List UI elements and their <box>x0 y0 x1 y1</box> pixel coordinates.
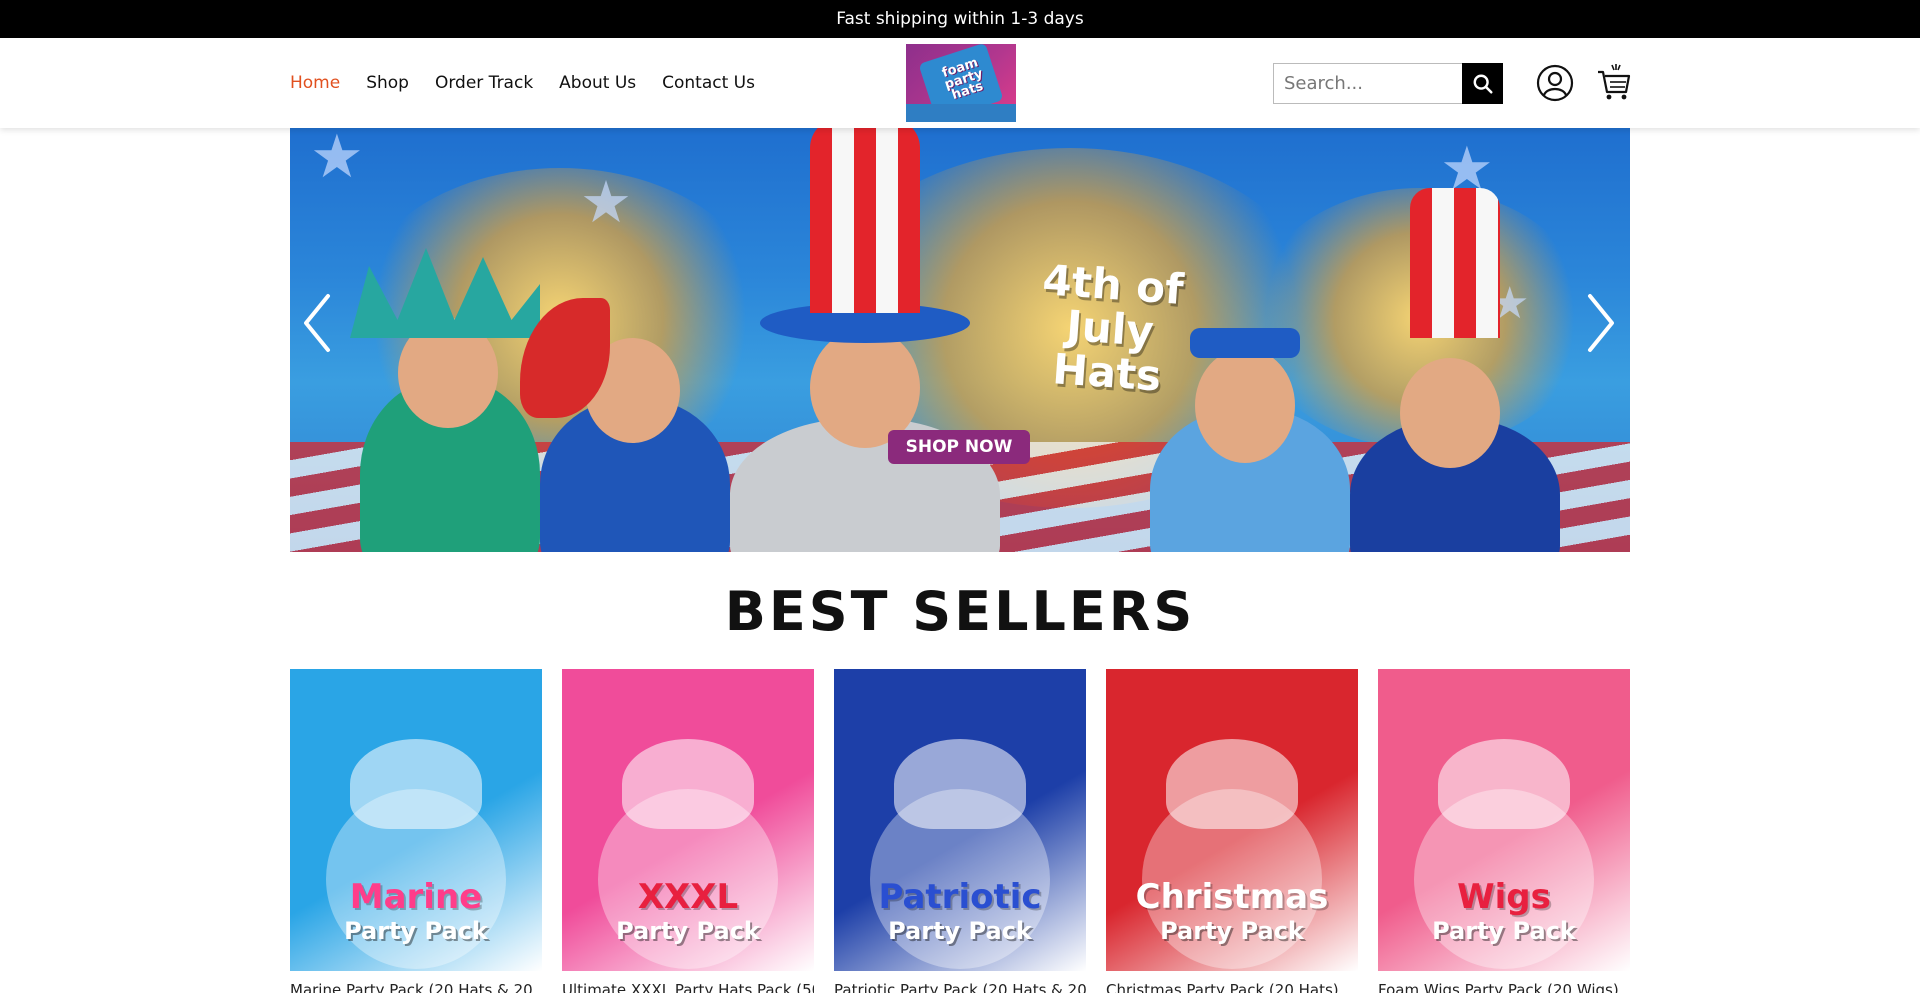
product-grid: Marine Party Pack Marine Party Pack (20 Ha… <box>290 669 1630 993</box>
search-input[interactable] <box>1273 63 1462 104</box>
search-bar <box>1273 63 1503 104</box>
product-image[interactable]: Marine Party Pack <box>290 669 542 971</box>
product-image-title: Patriotic <box>878 877 1042 917</box>
product-hat-shape <box>622 739 754 829</box>
product-image-title: Wigs <box>1457 877 1551 917</box>
site-header: Home Shop Order Track About Us Contact U… <box>0 38 1920 128</box>
nav-shop[interactable]: Shop <box>366 73 409 93</box>
best-sellers-heading: BEST SELLERS <box>724 580 1196 643</box>
product-image-subtitle: Party Pack <box>344 917 488 945</box>
product-hat-shape <box>1166 739 1298 829</box>
search-button[interactable] <box>1462 63 1503 104</box>
chevron-left-icon[interactable] <box>298 288 338 358</box>
product-image-subtitle: Party Pack <box>1160 917 1304 945</box>
product-name[interactable]: Foam Wigs Party Pack (20 Wigs) <box>1378 981 1630 993</box>
product-image[interactable]: Wigs Party Pack <box>1378 669 1630 971</box>
product-image-subtitle: Party Pack <box>1432 917 1576 945</box>
cart-icon[interactable] <box>1596 62 1632 102</box>
product-name[interactable]: Marine Party Pack (20 Hats & 20 <box>290 981 542 993</box>
logo-strip <box>906 104 1016 122</box>
product-image-title: XXXL <box>637 877 739 917</box>
product-image-title: Christmas <box>1135 877 1329 917</box>
nav-order-track[interactable]: Order Track <box>435 73 533 93</box>
product-card[interactable]: XXXL Party Pack Ultimate XXXL Party Hats P… <box>562 669 814 993</box>
hero-uncle-sam-hat <box>810 128 920 313</box>
product-name[interactable]: Ultimate XXXL Party Hats Pack (50 <box>562 981 814 993</box>
hero-title: 4th of July Hats <box>1041 255 1186 401</box>
product-image[interactable]: Christmas Party Pack <box>1106 669 1358 971</box>
main-nav: Home Shop Order Track About Us Contact U… <box>290 38 755 128</box>
hero-jester-hat <box>1410 188 1500 338</box>
hero-banner[interactable]: ★ ★ ★ ★ 4th of July Hats SHOP NOW <box>290 128 1630 552</box>
product-card[interactable]: Marine Party Pack Marine Party Pack (20 Ha… <box>290 669 542 993</box>
search-icon <box>1473 74 1493 94</box>
site-logo[interactable]: foam party hats <box>906 44 1016 122</box>
product-image[interactable]: XXXL Party Pack <box>562 669 814 971</box>
announcement-text: Fast shipping within 1-3 days <box>836 9 1084 29</box>
announcement-bar: Fast shipping within 1-3 days <box>0 0 1920 38</box>
hero-star: ★ <box>310 128 364 192</box>
product-card[interactable]: Christmas Party Pack Christmas Party Pack … <box>1106 669 1358 993</box>
shop-now-button[interactable]: SHOP NOW <box>888 430 1030 464</box>
product-image-title: Marine <box>349 877 483 917</box>
nav-contact-us[interactable]: Contact Us <box>662 73 755 93</box>
product-card[interactable]: Patriotic Party Pack Patriotic Party Pack … <box>834 669 1086 993</box>
product-name[interactable]: Christmas Party Pack (20 Hats) <box>1106 981 1358 993</box>
product-hat-shape <box>894 739 1026 829</box>
nav-home[interactable]: Home <box>290 73 340 93</box>
product-card[interactable]: Wigs Party Pack Foam Wigs Party Pack (20 W… <box>1378 669 1630 993</box>
product-image-subtitle: Party Pack <box>888 917 1032 945</box>
nav-about-us[interactable]: About Us <box>559 73 636 93</box>
product-hat-shape <box>1438 739 1570 829</box>
product-image[interactable]: Patriotic Party Pack <box>834 669 1086 971</box>
product-image-subtitle: Party Pack <box>616 917 760 945</box>
product-name[interactable]: Patriotic Party Pack (20 Hats & 20 <box>834 981 1086 993</box>
hero-face <box>1400 358 1500 468</box>
account-icon[interactable] <box>1536 64 1574 102</box>
hero-star: ★ <box>580 168 632 236</box>
chevron-right-icon[interactable] <box>1580 288 1620 358</box>
product-hat-shape <box>350 739 482 829</box>
